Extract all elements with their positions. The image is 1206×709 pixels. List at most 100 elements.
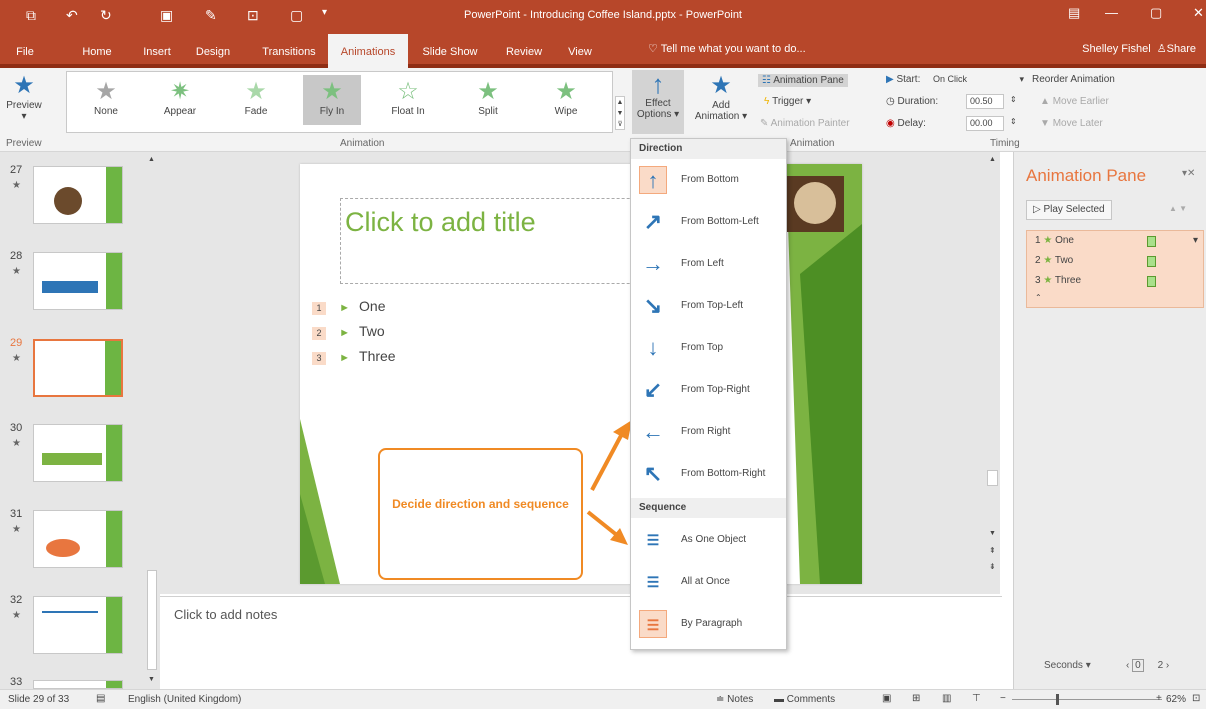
preview-button[interactable]: ★ Preview ▾ bbox=[4, 72, 44, 122]
seconds-dropdown[interactable]: Seconds ▾ bbox=[1044, 660, 1091, 671]
move-earlier-button[interactable]: ▲ Move Earlier bbox=[1040, 96, 1109, 107]
bullet-arrow-icon: ► bbox=[339, 327, 350, 339]
bullet-list[interactable]: 1 ► One 2 ► Two 3 ► Three bbox=[312, 298, 396, 373]
bulleted-list-icon: ☰ bbox=[639, 610, 667, 638]
star-icon: ★ bbox=[321, 78, 343, 105]
animation-item[interactable]: 2 ★ Two bbox=[1035, 255, 1200, 273]
slide-thumbnail-30[interactable] bbox=[33, 424, 123, 482]
reading-view-icon[interactable]: ▥ bbox=[942, 693, 951, 704]
animation-float-in[interactable]: ☆ Float In bbox=[379, 78, 437, 117]
animation-painter-button[interactable]: ✎ Animation Painter bbox=[760, 118, 850, 129]
tab-view[interactable]: View bbox=[560, 30, 600, 68]
timeline-scale[interactable]: ‹ 0 2 › bbox=[1126, 659, 1169, 672]
slide-thumbnails-pane: 27 ★ 28 ★ 29 ★ 30 ★ 31 ★ 32 ★ 33 bbox=[0, 152, 160, 689]
share-button[interactable]: Share bbox=[1167, 43, 1196, 55]
bullet-arrow-icon: ► bbox=[339, 302, 350, 314]
direction-from-left[interactable]: → From Left bbox=[631, 244, 788, 286]
list-item[interactable]: 1 ► One bbox=[312, 298, 396, 323]
sequence-all-at-once[interactable]: ☰ All at Once bbox=[631, 562, 788, 604]
direction-from-top[interactable]: ↓ From Top bbox=[631, 328, 788, 370]
animation-none[interactable]: ★ None bbox=[77, 78, 135, 117]
animation-group-label: Animation bbox=[340, 138, 385, 149]
animation-split[interactable]: ★ Split bbox=[459, 78, 517, 117]
animation-item[interactable]: 3 ★ Three bbox=[1035, 275, 1200, 293]
pane-options-icon[interactable]: ▾✕ bbox=[1182, 168, 1195, 179]
minimize-icon[interactable]: — bbox=[1105, 5, 1118, 20]
ribbon-display-icon[interactable]: ▤ bbox=[1068, 5, 1080, 21]
slide-thumbnail-27[interactable] bbox=[33, 166, 123, 224]
language-indicator[interactable]: English (United Kingdom) bbox=[128, 694, 241, 705]
direction-from-bottom-right[interactable]: ↖ From Bottom-Right bbox=[631, 454, 788, 496]
tab-animations[interactable]: Animations bbox=[328, 34, 408, 68]
tab-home[interactable]: Home bbox=[76, 30, 118, 68]
start-label: ▶ Start: bbox=[886, 74, 921, 85]
tab-file[interactable]: File bbox=[10, 30, 40, 68]
list-item[interactable]: 3 ► Three bbox=[312, 348, 396, 373]
collapse-icon[interactable]: ⌃ bbox=[1035, 293, 1042, 302]
zoom-thumb[interactable] bbox=[1056, 694, 1059, 705]
normal-view-icon[interactable]: ▣ bbox=[882, 693, 891, 704]
start-select[interactable]: On Click ▾ bbox=[930, 73, 1024, 88]
effect-options-button[interactable]: ↑ Effect Options ▾ bbox=[632, 70, 684, 134]
scroll-thumb[interactable] bbox=[147, 570, 157, 670]
maximize-icon[interactable]: ▢ bbox=[1150, 5, 1162, 21]
instruction-callout: Decide direction and sequence bbox=[378, 448, 583, 580]
title-bar: ⧉ ↶ ↻ ▣ ✎ ⊡ ▢ ▾ PowerPoint - Introducing… bbox=[0, 0, 1206, 30]
zoom-slider[interactable] bbox=[1012, 699, 1162, 700]
tab-review[interactable]: Review bbox=[498, 30, 550, 68]
close-icon[interactable]: ✕ bbox=[1193, 5, 1204, 21]
prev-slide-icon[interactable]: ⇞ bbox=[989, 546, 996, 555]
slide-show-icon[interactable]: ⊤ bbox=[972, 693, 981, 704]
editor-scrollbar[interactable]: ▲ ▼ ⇞ ⇟ bbox=[986, 152, 1000, 594]
preview-icon: ★ bbox=[13, 72, 35, 99]
add-animation-button[interactable]: ★ Add Animation ▾ bbox=[690, 72, 752, 122]
delay-spinner[interactable]: ⇕ bbox=[1010, 117, 1017, 126]
animation-fade[interactable]: ★ Fade bbox=[227, 78, 285, 117]
animation-fly-in[interactable]: ★ Fly In bbox=[303, 75, 361, 125]
thumbnail-scrollbar[interactable]: ▲ ▼ bbox=[145, 152, 159, 688]
direction-from-bottom-left[interactable]: ↗ From Bottom-Left bbox=[631, 202, 788, 244]
sequence-as-one-object[interactable]: ☰ As One Object bbox=[631, 520, 788, 562]
reorder-arrows[interactable]: ▲ ▼ bbox=[1169, 204, 1187, 213]
delay-input[interactable]: 00.00 bbox=[966, 116, 1004, 131]
slide-thumbnail-32[interactable] bbox=[33, 596, 123, 654]
tab-slide-show[interactable]: Slide Show bbox=[418, 30, 482, 68]
trigger-button[interactable]: ϟ Trigger ▾ bbox=[764, 96, 811, 107]
zoom-in-icon[interactable]: + bbox=[1156, 693, 1162, 704]
direction-from-right[interactable]: ← From Right bbox=[631, 412, 788, 454]
slide-sorter-icon[interactable]: ⊞ bbox=[912, 693, 920, 704]
animation-list: 1 ★ One ▾ 2 ★ Two 3 ★ Three ⌃ bbox=[1026, 230, 1204, 308]
slide-thumbnail-33[interactable] bbox=[33, 680, 123, 689]
tab-insert[interactable]: Insert bbox=[136, 30, 178, 68]
animation-wipe[interactable]: ★ Wipe bbox=[537, 78, 595, 117]
move-later-button[interactable]: ▼ Move Later bbox=[1040, 118, 1103, 129]
slide-thumbnail-29[interactable] bbox=[33, 339, 123, 397]
zoom-level[interactable]: 62% bbox=[1166, 694, 1186, 705]
slide-thumbnail-28[interactable] bbox=[33, 252, 123, 310]
tab-design[interactable]: Design bbox=[190, 30, 236, 68]
delay-label: ◉ Delay: bbox=[886, 118, 926, 129]
slide-thumbnail-31[interactable] bbox=[33, 510, 123, 568]
direction-from-bottom[interactable]: ↑ From Bottom bbox=[631, 160, 788, 202]
animation-appear[interactable]: ✷ Appear bbox=[151, 78, 209, 117]
notes-button[interactable]: ≐ Notes bbox=[716, 694, 753, 705]
duration-input[interactable]: 00.50 bbox=[966, 94, 1004, 109]
list-item[interactable]: 2 ► Two bbox=[312, 323, 396, 348]
duration-spinner[interactable]: ⇕ bbox=[1010, 95, 1017, 104]
next-slide-icon[interactable]: ⇟ bbox=[989, 562, 996, 571]
direction-from-top-left[interactable]: ↘ From Top-Left bbox=[631, 286, 788, 328]
tell-me-box[interactable]: ♡ Tell me what you want to do... bbox=[648, 42, 806, 55]
tab-transitions[interactable]: Transitions bbox=[254, 30, 324, 68]
gallery-scroll[interactable]: ▲ ▼ ⊽ bbox=[615, 96, 625, 130]
comments-button[interactable]: ▬ Comments bbox=[774, 694, 835, 705]
spellcheck-icon[interactable]: ▤ bbox=[96, 693, 105, 704]
direction-from-top-right[interactable]: ↙ From Top-Right bbox=[631, 370, 788, 412]
play-selected-button[interactable]: ▷ Play Selected bbox=[1026, 200, 1112, 220]
zoom-out-icon[interactable]: − bbox=[1000, 693, 1006, 704]
animation-item[interactable]: 1 ★ One ▾ bbox=[1035, 235, 1200, 253]
sequence-by-paragraph[interactable]: ☰ By Paragraph bbox=[631, 604, 788, 646]
animation-pane-button[interactable]: ☷ Animation Pane bbox=[758, 74, 848, 87]
fit-to-window-icon[interactable]: ⊡ bbox=[1192, 693, 1200, 704]
notes-pane[interactable]: Click to add notes bbox=[160, 596, 1002, 689]
user-area[interactable]: Shelley Fishel ♙Share bbox=[1082, 42, 1196, 55]
